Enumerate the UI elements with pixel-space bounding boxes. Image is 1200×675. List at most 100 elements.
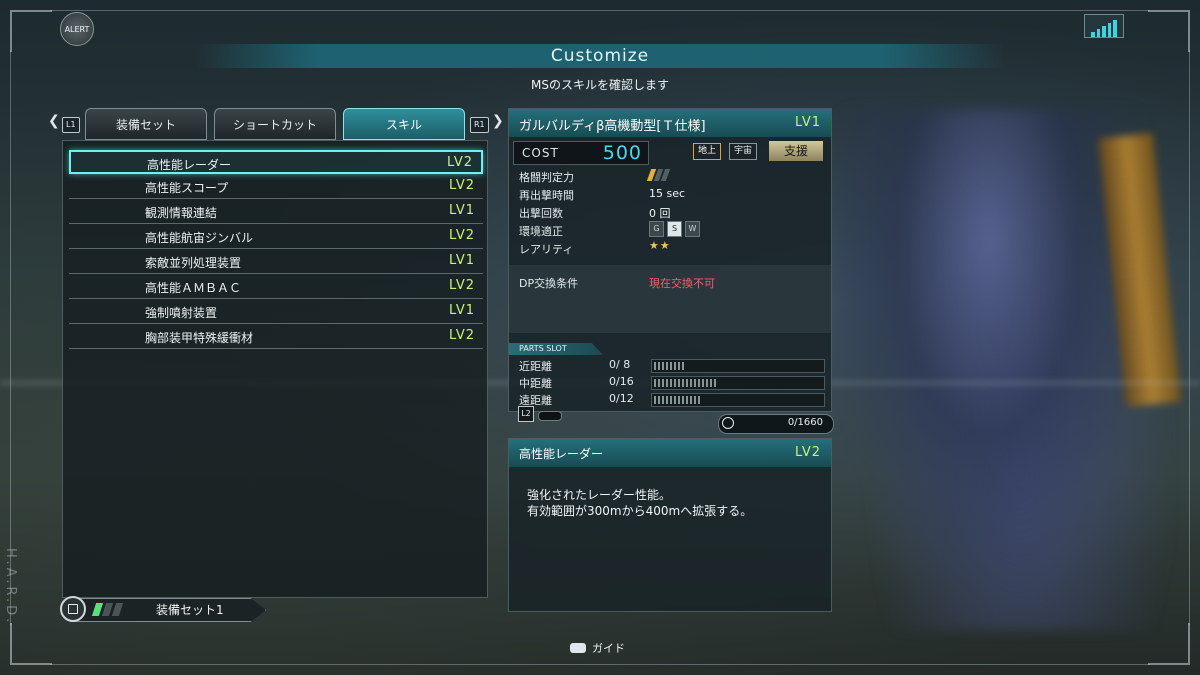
rarity-stars: ★★	[649, 239, 671, 252]
frame-line	[50, 10, 1150, 11]
skill-row[interactable]: 胸部装甲特殊緩衝材 LV2	[69, 325, 483, 349]
tab-skill[interactable]: スキル	[343, 108, 465, 140]
skill-name: 高性能スコープ	[145, 181, 229, 195]
parts-slot-bar	[651, 359, 825, 373]
frame-line	[1189, 50, 1190, 625]
frame-line	[10, 50, 11, 625]
ms-header: ガルバルディβ高機動型[Ｔ仕様] LV1	[509, 109, 831, 137]
skill-name: 高性能航宙ジンバル	[145, 231, 254, 245]
skill-level: LV1	[449, 203, 475, 218]
env-space-icon: S	[667, 221, 682, 237]
parts-slot-bar	[651, 393, 825, 407]
env-ground-icon: G	[649, 221, 664, 237]
page-subtitle: MSのスキルを確認します	[531, 78, 669, 92]
frame-corner	[10, 10, 52, 52]
skill-name: 胸部装甲特殊緩衝材	[145, 331, 254, 345]
skill-row[interactable]: 高性能ＡＭＢＡＣ LV2	[69, 275, 483, 299]
parts-row: 遠距離 0/12	[513, 391, 825, 407]
sorties-label: 出撃回数	[519, 207, 563, 220]
weight-gauge: 0/1660	[718, 414, 834, 434]
skill-level: LV2	[447, 155, 473, 170]
l2-button-hint: L2	[518, 406, 534, 422]
l1-bumper-hint: L1	[62, 117, 80, 133]
r1-bumper-hint: R1	[470, 117, 489, 133]
cost-box: COST 500	[513, 141, 649, 165]
signal-strength-icon	[1084, 14, 1124, 38]
skill-row[interactable]: 索敵並列処理装置 LV1	[69, 250, 483, 274]
touchpad-icon	[570, 643, 586, 653]
chevron-left-icon: ❮	[48, 113, 60, 129]
loadout-pips	[91, 603, 124, 616]
skill-list-panel: 高性能レーダー LV2 高性能スコープ LV2 観測情報連結 LV1 高性能航宙…	[62, 140, 488, 598]
respawn-value: 15 sec	[649, 187, 686, 200]
ms-name: ガルバルディβ高機動型[Ｔ仕様]	[519, 119, 706, 134]
skill-name: 高性能レーダー	[147, 158, 232, 172]
desc-header: 高性能レーダー LV2	[509, 439, 831, 467]
desc-line: 有効範囲が300mから400mへ拡張する。	[527, 504, 753, 518]
square-button-icon[interactable]	[60, 596, 86, 622]
parts-range-value: 0/12	[609, 392, 634, 405]
parts-slot-fill	[654, 362, 686, 370]
desc-body: 強化されたレーダー性能。 有効範囲が300mから400mへ拡張する。	[527, 487, 827, 519]
tab-shortcut[interactable]: ショートカット	[214, 108, 336, 140]
parts-slot-bar	[651, 376, 825, 390]
env-tag-space: 宇宙	[729, 143, 758, 160]
parts-row: 中距離 0/16	[513, 374, 825, 390]
alert-icon: ALERT	[60, 12, 94, 46]
skill-level: LV1	[449, 303, 475, 318]
role-badge: 支援	[769, 141, 823, 161]
desc-title: 高性能レーダー	[519, 447, 604, 461]
melee-label: 格闘判定力	[519, 171, 574, 184]
loadout-selector[interactable]: 装備セット1	[60, 596, 266, 622]
mobile-suit-panel: ガルバルディβ高機動型[Ｔ仕様] LV1 COST 500 地上 宇宙 支援 格…	[508, 108, 832, 412]
skill-description-panel: 高性能レーダー LV2 強化されたレーダー性能。 有効範囲が300mから400m…	[508, 438, 832, 612]
parts-range-value: 0/16	[609, 375, 634, 388]
dp-label: DP交換条件	[519, 277, 579, 290]
guide-hint[interactable]: ガイド	[570, 640, 625, 656]
chevron-right-icon: ❯	[492, 113, 504, 129]
toggle-indicator-icon	[538, 411, 562, 421]
desc-level: LV2	[795, 445, 821, 460]
skill-level: LV2	[449, 278, 475, 293]
side-brand-text: H.A.R.D.	[3, 548, 18, 626]
skill-name: 観測情報連結	[145, 206, 218, 220]
sorties-value: 0 回	[649, 207, 671, 220]
weight-value: 0/1660	[787, 417, 823, 428]
env-label: 環境適正	[519, 225, 563, 238]
frame-corner	[1148, 623, 1190, 665]
parts-slot-fill	[654, 379, 716, 387]
cost-label: COST	[522, 146, 559, 160]
cost-value: 500	[602, 142, 642, 164]
skill-level: LV2	[449, 328, 475, 343]
skill-row[interactable]: 観測情報連結 LV1	[69, 200, 483, 224]
skill-level: LV2	[449, 178, 475, 193]
parts-slot-title: PARTS SLOT	[509, 343, 603, 355]
rarity-label: レアリティ	[519, 243, 574, 256]
skill-name: 高性能ＡＭＢＡＣ	[145, 281, 242, 295]
weight-icon	[722, 417, 734, 429]
page-title: Customize	[195, 44, 1005, 68]
skill-row[interactable]: 高性能レーダー LV2	[69, 150, 483, 174]
guide-label: ガイド	[592, 642, 625, 655]
env-icons: GSW	[649, 221, 703, 237]
tab-loadout[interactable]: 装備セット	[85, 108, 207, 140]
frame-corner	[10, 623, 52, 665]
melee-gauge	[646, 169, 671, 181]
frame-corner	[1148, 10, 1190, 52]
dp-exchange-zone: DP交換条件 現在交換不可	[509, 265, 831, 333]
frame-line	[50, 664, 1150, 665]
skill-level: LV1	[449, 253, 475, 268]
skill-name: 索敵並列処理装置	[145, 256, 242, 270]
skill-row[interactable]: 高性能スコープ LV2	[69, 175, 483, 199]
skill-row[interactable]: 高性能航宙ジンバル LV2	[69, 225, 483, 249]
parts-range-value: 0/ 8	[609, 358, 631, 371]
parts-range-label: 中距離	[519, 377, 552, 390]
dp-value: 現在交換不可	[649, 277, 715, 290]
parts-row: 近距離 0/ 8	[513, 357, 825, 373]
skill-name: 強制噴射装置	[145, 306, 218, 320]
parts-slot-fill	[654, 396, 700, 404]
env-tag-ground: 地上	[693, 143, 722, 160]
skill-row[interactable]: 強制噴射装置 LV1	[69, 300, 483, 324]
loadout-label: 装備セット1	[156, 603, 224, 617]
skill-level: LV2	[449, 228, 475, 243]
